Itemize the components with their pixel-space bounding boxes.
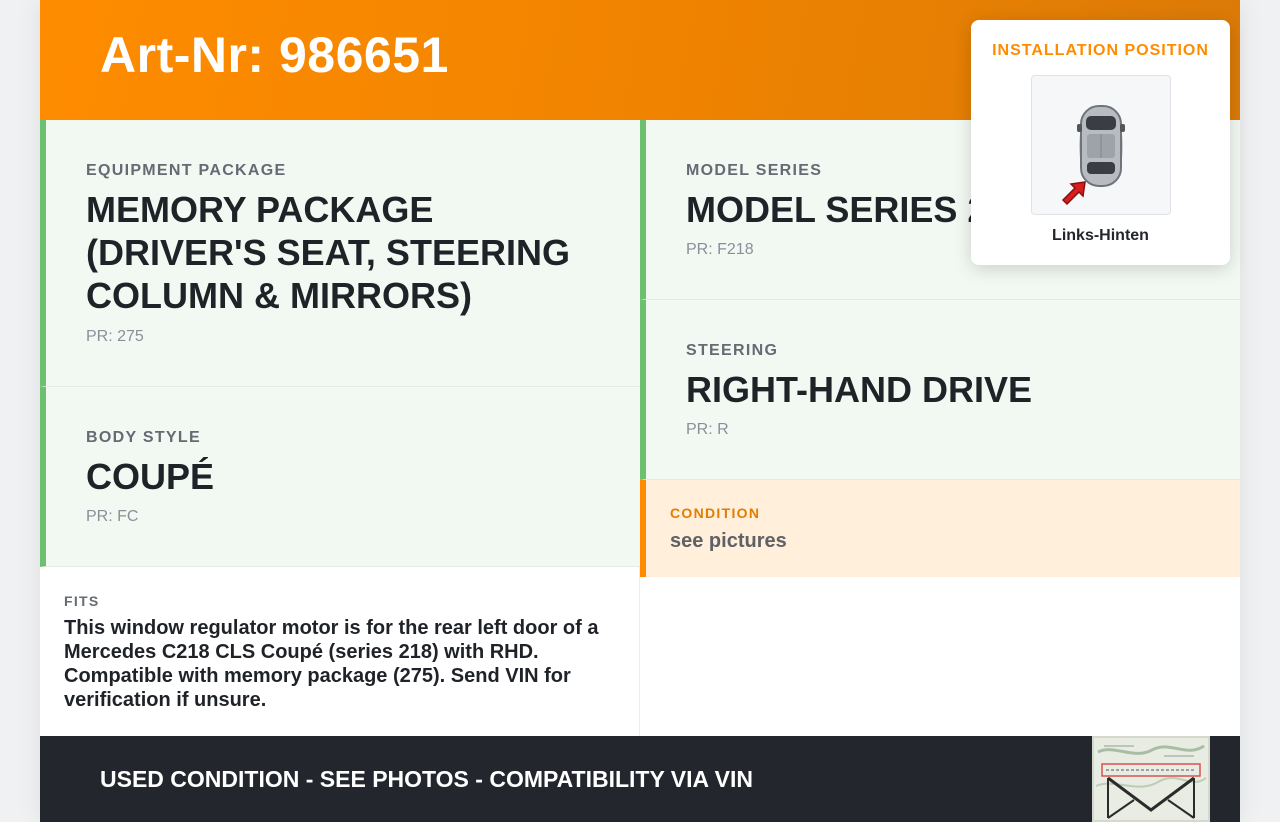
steering-cell: STEERING RIGHT-HAND DRIVE PR: R [640,300,1240,480]
body-style-value: COUPÉ [86,456,215,497]
steering-label: STEERING [686,342,779,359]
installation-position-card: INSTALLATION POSITION Links-Hinten [971,20,1230,265]
body-style-cell: BODY STYLE COUPÉ PR: FC [40,387,640,567]
car-top-view-icon [1031,75,1171,215]
red-arrow-icon [1059,176,1089,206]
equipment-package-pr: PR: 275 [86,328,144,345]
model-series-label: MODEL SERIES [686,162,823,179]
body-style-label: BODY STYLE [86,429,201,446]
fits-box: FITS This window regulator motor is for … [40,567,640,736]
footer-text: USED CONDITION - SEE PHOTOS - COMPATIBIL… [100,766,753,792]
footer-bar: USED CONDITION - SEE PHOTOS - COMPATIBIL… [40,736,1240,822]
body-style-pr: PR: FC [86,508,139,525]
article-number: Art-Nr: 986651 [100,27,449,83]
steering-value: RIGHT-HAND DRIVE [686,369,1033,410]
condition-box: CONDITION see pictures [640,480,1240,577]
steering-pr: PR: R [686,421,729,438]
equipment-package-label: EQUIPMENT PACKAGE [86,162,287,179]
equipment-package-value: MEMORY PACKAGE (DRIVER'S SEAT, STEERING … [86,189,570,316]
installation-position-title: INSTALLATION POSITION [992,42,1209,59]
condition-value: see pictures [670,530,787,552]
installation-position-caption: Links-Hinten [1052,227,1149,244]
vin-document-envelope-icon[interactable] [1092,736,1210,822]
fits-text: This window regulator motor is for the r… [64,617,599,711]
model-series-pr: PR: F218 [686,241,754,258]
equipment-package-cell: EQUIPMENT PACKAGE MEMORY PACKAGE (DRIVER… [40,120,640,387]
condition-label: CONDITION [670,505,761,521]
fits-label: FITS [64,593,100,609]
